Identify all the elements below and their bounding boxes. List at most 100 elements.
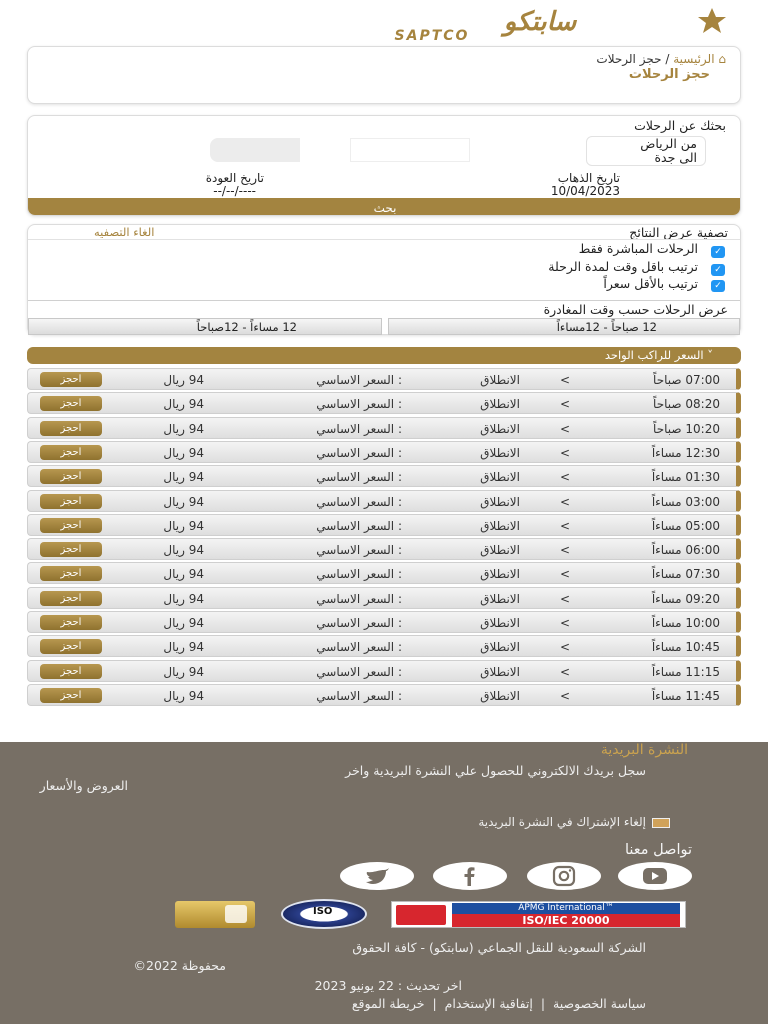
trip-row: 06:00 مساءاً > الانطلاق: السعر الاساسي 94 ر… [27, 538, 741, 561]
apmg-certificate: APMG International™ ISO/IEC 20000 [391, 901, 686, 928]
trip-arrow: > [559, 470, 570, 485]
trip-arrow: > [559, 616, 570, 630]
breadcrumb: ⌂ الرئيسية / حجز الرحلات [596, 52, 726, 66]
twitter-icon[interactable] [340, 862, 414, 890]
trip-price: 94 ريال [163, 640, 204, 655]
trip-arrow: > [559, 397, 570, 412]
book-button[interactable]: احجز [40, 687, 102, 703]
footer-links: سياسة الخصوصية | إتفاقية الإستخدام | خري… [352, 996, 646, 1011]
book-button[interactable]: احجز [40, 663, 102, 679]
clear-filter-link[interactable]: الغاء التصفيه [94, 225, 154, 239]
copyright-line-2: محفوظة 2022© [133, 958, 226, 973]
trip-depart-label: الانطلاق [480, 640, 520, 655]
contact-title: تواصل معنا [624, 842, 692, 858]
depart-date-field[interactable]: تاريخ الذهاب 10/04/2023 [551, 172, 620, 198]
route-input[interactable] [350, 138, 470, 162]
trip-time: 07:30 مساءاً [651, 567, 720, 582]
book-button[interactable]: احجز [40, 590, 102, 606]
book-button[interactable]: احجز [40, 639, 102, 655]
route-to: الى جدة [654, 150, 697, 165]
book-button[interactable]: احجز [40, 566, 102, 582]
checkbox-shortest[interactable]: ✓ [711, 264, 725, 276]
route-selector[interactable]: من الرياض الى جدة [586, 136, 706, 166]
instagram-icon[interactable] [527, 862, 601, 890]
unsubscribe-link[interactable]: إلغاء الإشتراك في النشرة البريدية [478, 815, 670, 829]
trip-depart-label: الانطلاق [480, 397, 520, 412]
return-date-field[interactable]: تاريخ العودة ----/--/-- [206, 172, 264, 198]
book-button[interactable]: احجز [40, 517, 102, 533]
trip-row: 10:00 مساءاً > الانطلاق: السعر الاساسي 94 ر… [27, 611, 741, 633]
checkbox-direct[interactable]: ✓ [711, 246, 725, 258]
trip-base-label: : السعر الاساسي [316, 543, 402, 558]
breadcrumb-home[interactable]: الرئيسية [673, 52, 714, 66]
app-badge-icon [225, 905, 247, 923]
option-cheapest: ترتيب بالأقل سعراً [603, 276, 698, 291]
trip-time: 03:00 مساءاً [651, 494, 720, 509]
trip-time: 11:15 مساءاً [651, 664, 720, 679]
trip-base-label: : السعر الاساسي [316, 664, 402, 679]
trip-time: 01:30 مساءاً [651, 470, 720, 485]
checkbox-cheapest[interactable]: ✓ [711, 280, 725, 292]
trip-base-label: : السعر الاساسي [316, 373, 402, 387]
breadcrumb-panel: ⌂ الرئيسية / حجز الرحلات حجز الرحلات [27, 46, 741, 104]
trip-base-label: : السعر الاساسي [316, 591, 402, 606]
book-button[interactable]: احجز [40, 469, 102, 485]
app-badge [175, 901, 255, 928]
book-button[interactable]: احجز [40, 372, 102, 387]
trip-base-label: : السعر الاساسي [316, 567, 402, 582]
trip-time: 10:45 مساءاً [651, 640, 720, 655]
trip-row: 01:30 مساءاً > الانطلاق : السعر الاساسي 94 ر… [27, 465, 741, 488]
last-updated: اخر تحديث : 22 يونيو 2023 [314, 978, 462, 993]
trip-price: 94 ريال [163, 567, 204, 582]
depart-value: 10/04/2023 [550, 184, 620, 198]
time-filter-pm[interactable]: 12 مساءاً - 12صباحاً [28, 318, 382, 335]
mail-icon [652, 817, 670, 828]
option-shortest: ترتيب باقل وقت لمدة الرحلة [548, 259, 698, 274]
link-sep: | [540, 996, 546, 1011]
home-icon[interactable]: ⌂ [718, 52, 726, 66]
price-header[interactable]: ˅ السعر للراكب الواحد [27, 347, 741, 364]
book-button[interactable]: احجز [40, 493, 102, 509]
trip-arrow: > [559, 445, 570, 460]
trip-depart-label: الانطلاق [480, 470, 520, 485]
trip-price: 94 ريال [163, 543, 204, 558]
trip-time: 10:00 مساءاً [651, 616, 720, 630]
apmg-text: APMG International™ [452, 903, 680, 914]
terms-link[interactable]: إتفاقية الإستخدام [445, 996, 533, 1011]
trip-depart-label: الانطلاق [480, 543, 520, 558]
book-button[interactable]: احجز [40, 615, 102, 630]
trip-row: 10:20 صباحاً > الانطلاق: السعر الاساسي 94 ر… [27, 416, 741, 439]
book-button[interactable]: احجز [40, 444, 102, 460]
trip-price: 94 ريال [163, 664, 204, 679]
trip-base-label: : السعر الاساسي [316, 494, 402, 509]
trip-row: 08:20 صباحاً > الانطلاق: السعر الاساسي 94 ر… [27, 392, 741, 415]
trip-price: 94 ريال [163, 470, 204, 485]
breadcrumb-current: حجز الرحلات [596, 52, 662, 66]
trip-price: 94 ريال [163, 518, 204, 533]
search-button[interactable]: بحث [28, 198, 740, 215]
search-panel: بحثك عن الرحلات من الرياض الى جدة تاريخ … [27, 115, 741, 216]
trip-arrow: > [559, 518, 570, 533]
facebook-icon[interactable] [433, 862, 507, 890]
book-button[interactable]: احجز [40, 420, 102, 436]
trip-row: 05:00 مساءاً > الانطلاق: السعر الاساسي 94 ر… [27, 513, 741, 536]
trip-time: 11:45 مساءاً [651, 688, 720, 703]
route-from: من الرياض [640, 136, 697, 151]
trip-base-label: : السعر الاساسي [316, 445, 402, 460]
time-filter-am[interactable]: 12 صباحاً - 12مساءاً [388, 318, 740, 335]
book-button[interactable]: احجز [40, 542, 102, 558]
trip-depart-label: الانطلاق [480, 616, 520, 630]
sitemap-link[interactable]: خريطة الموقع [352, 996, 425, 1011]
trip-depart-label: الانطلاق [480, 518, 520, 533]
trip-row: 07:30 مساءاً > الانطلاق: السعر الاساسي 94 ر… [27, 562, 741, 585]
trip-base-label: : السعر الاساسي [316, 470, 402, 485]
privacy-link[interactable]: سياسة الخصوصية [553, 996, 646, 1011]
return-value: ----/--/-- [213, 184, 256, 198]
logo-arabic: سابتكو [500, 7, 578, 37]
youtube-icon[interactable] [618, 862, 692, 890]
trip-price: 94 ريال [163, 421, 204, 436]
route-swap-area[interactable] [210, 138, 300, 162]
saptco-logo[interactable]: سابتكو SAPTCO [340, 6, 732, 44]
book-button[interactable]: احجز [40, 396, 102, 412]
time-filter-am-label: 12 صباحاً - 12مساءاً [556, 320, 657, 334]
